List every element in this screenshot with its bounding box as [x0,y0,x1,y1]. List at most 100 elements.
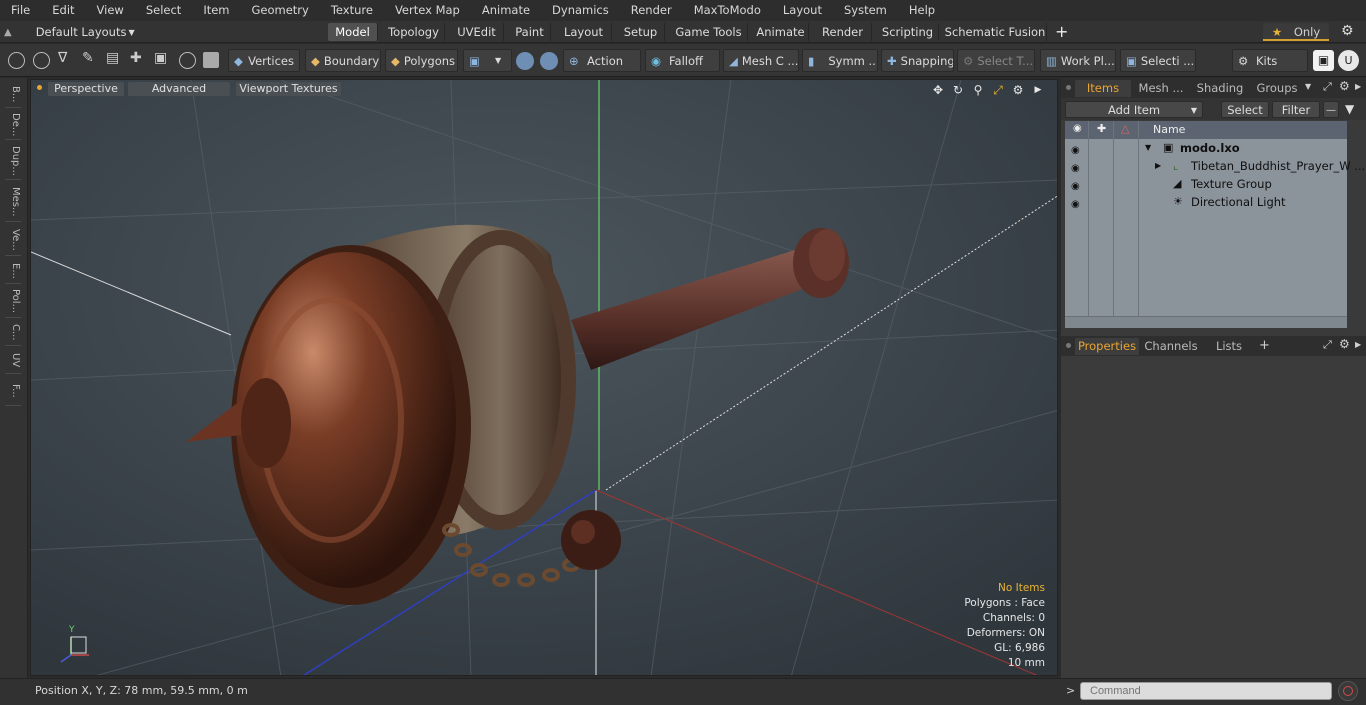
tab-topology[interactable]: Topology [383,23,445,41]
menu-system[interactable]: System [833,0,898,21]
menu-maxtomodo[interactable]: MaxToModo [683,0,772,21]
collapse-button[interactable]: — [1323,101,1339,118]
tab-game-tools[interactable]: Game Tools [670,23,748,41]
boundary-button[interactable]: ◆ Boundary [305,49,381,72]
tab-properties[interactable]: Properties [1075,338,1139,355]
tab-shading[interactable]: Shading [1191,80,1249,97]
tree-row-scene[interactable]: ◉ ▼ ▣ modo.lxo [1065,139,1347,157]
zoom-icon[interactable]: ⚲ [971,83,985,97]
falloff-button[interactable]: ◉ Falloff [645,49,720,72]
kits-button[interactable]: ⚙ Kits [1232,49,1308,72]
tab-groups[interactable]: Groups [1251,80,1303,97]
unity-icon[interactable]: ▣ [1313,50,1334,71]
vtab-edge[interactable]: E... [5,258,21,284]
perspective-tab[interactable]: Perspective [48,82,124,96]
eye-icon[interactable]: ◉ [1071,196,1083,210]
tab-layout[interactable]: Layout [556,23,612,41]
selection-sets-button[interactable]: ▣ Selecti ... [1120,49,1196,72]
rotate-icon[interactable]: ↻ [951,83,965,97]
tree-scrollbar[interactable] [1065,316,1347,328]
tab-model[interactable]: Model [328,23,378,41]
tab-items[interactable]: Items [1075,80,1131,97]
panel-arrow-icon[interactable]: ▶ [1355,340,1361,349]
add-tab-icon[interactable]: + [1055,22,1068,42]
layout-switch[interactable]: ▲ Default Layouts ▼ [4,21,135,43]
tab-mesh[interactable]: Mesh ... [1133,80,1189,97]
name-column-header[interactable]: Name [1153,123,1185,136]
vtab-polygon[interactable]: Pol... [5,286,21,318]
item-mode-icon[interactable] [203,52,219,68]
fit-icon[interactable]: ⤢ [991,83,1005,97]
menu-view[interactable]: View [86,0,135,21]
panel-arrow-icon[interactable]: ▶ [1355,82,1361,91]
expand-arrow-icon[interactable]: ▶ [1155,157,1161,175]
vtab-uv[interactable]: UV [5,348,21,374]
tree-row-texture-group[interactable]: ◉ ◢ Texture Group [1065,175,1347,193]
tab-animate[interactable]: Animate [753,23,809,41]
command-input[interactable] [1080,682,1332,700]
menu-dynamics[interactable]: Dynamics [541,0,620,21]
vtab-deform[interactable]: De... [5,110,21,140]
tab-scripting[interactable]: Scripting [877,23,939,41]
menu-animate[interactable]: Animate [471,0,541,21]
menu-edit[interactable]: Edit [41,0,85,21]
tree-row-mesh[interactable]: ◉ ▶ ⌞ Tibetan_Buddhist_Prayer_W ... [1065,157,1365,175]
play-arrow-icon[interactable]: ▶ [1031,83,1045,97]
panel-gear-icon[interactable]: ⚙ [1339,79,1350,93]
brush-icon[interactable]: ✎ [82,50,94,66]
add-item-button[interactable]: Add Item ▼ [1065,101,1203,118]
symmetry-y-icon[interactable] [540,52,558,70]
mesh-constraints-button[interactable]: ◢ Mesh C ... [723,49,799,72]
3d-viewport[interactable]: Y Perspective Advanced Viewport Textures… [30,79,1058,676]
transform-icon[interactable]: ✚ [130,50,142,66]
eye-icon[interactable]: ◉ [1071,142,1083,156]
tab-lists[interactable]: Lists [1209,338,1249,355]
pen-icon[interactable]: ∇ [58,50,67,66]
globe-icon[interactable] [33,52,50,69]
menu-render[interactable]: Render [620,0,683,21]
unreal-icon[interactable]: U [1338,50,1359,71]
move-icon[interactable]: ✥ [931,83,945,97]
action-center-button[interactable]: ⊕ Action [563,49,641,72]
only-button[interactable]: ★ Only [1263,23,1329,41]
add-tab-icon[interactable]: + [1259,338,1270,353]
snapping-button[interactable]: ✚ Snapping [881,49,954,72]
vertices-button[interactable]: ◆ Vertices [228,49,300,72]
material-mode-button[interactable]: ▣ ▼ [463,49,512,72]
tree-row-directional-light[interactable]: ◉ ☀ Directional Light [1065,193,1347,211]
filter-button[interactable]: Filter [1272,101,1320,118]
select-circle-icon[interactable] [8,52,25,69]
vtab-mesh-edit[interactable]: Mes... [5,182,21,222]
tab-schematic-fusion[interactable]: Schematic Fusion [944,23,1047,41]
tab-uvedit[interactable]: UVEdit [450,23,504,41]
vtab-duplicate[interactable]: Dup... [5,142,21,180]
tab-paint[interactable]: Paint [509,23,551,41]
polygons-button[interactable]: ◆ Polygons [385,49,458,72]
align-icon[interactable]: ▤ [106,50,119,66]
expand-icon[interactable]: ⤢ [1323,338,1332,352]
select-button[interactable]: Select [1221,101,1269,118]
menu-help[interactable]: Help [898,0,946,21]
chevron-down-icon[interactable]: ▼ [1305,82,1311,91]
expand-arrow-icon[interactable]: ▼ [1145,139,1151,157]
menu-file[interactable]: File [0,0,41,21]
tab-render[interactable]: Render [814,23,872,41]
advanced-tab[interactable]: Advanced [128,82,230,96]
symmetry-x-icon[interactable] [516,52,534,70]
panel-gear-icon[interactable]: ⚙ [1339,337,1350,351]
menu-geometry[interactable]: Geometry [241,0,320,21]
filter-funnel-icon[interactable]: ▼ [1345,102,1354,116]
vtab-curve[interactable]: C... [5,320,21,346]
viewport-gear-icon[interactable]: ⚙ [1011,83,1025,97]
eye-icon[interactable]: ◉ [1071,178,1083,192]
tab-setup[interactable]: Setup [617,23,665,41]
vtab-fusion[interactable]: F... [5,376,21,406]
menu-layout[interactable]: Layout [772,0,833,21]
vtab-basic[interactable]: B... [5,82,21,108]
gear-icon[interactable]: ⚙ [1341,23,1354,39]
menu-select[interactable]: Select [135,0,192,21]
viewport-textures-tab[interactable]: Viewport Textures [236,82,341,96]
tab-channels[interactable]: Channels [1143,338,1199,355]
expand-icon[interactable]: ⤢ [1323,80,1332,94]
symmetry-button[interactable]: ▮ Symm ... [802,49,878,72]
